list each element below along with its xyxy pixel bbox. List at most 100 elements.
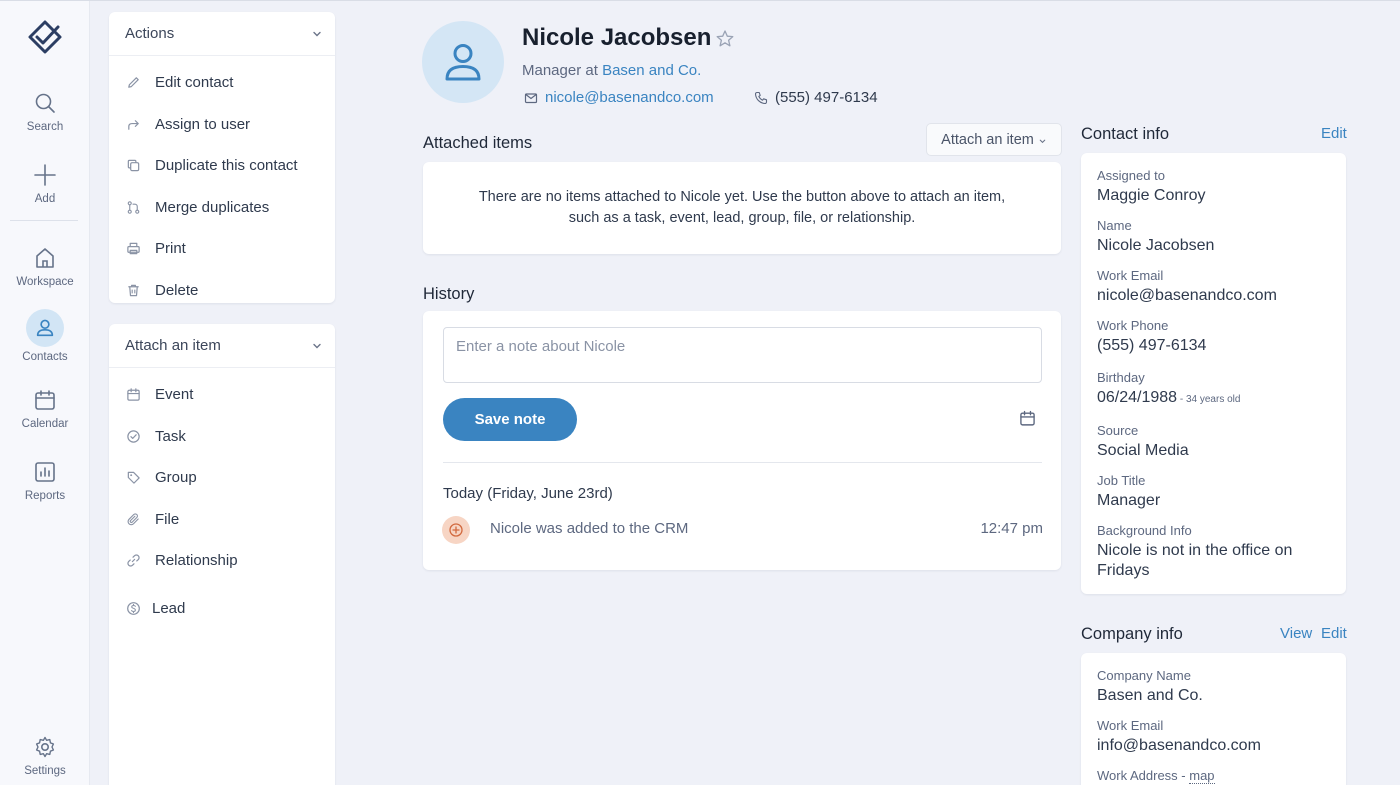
company-info-edit-link[interactable]: Edit <box>1321 625 1347 642</box>
field-value-row: 06/24/1988 - 34 years old <box>1097 388 1240 410</box>
action-delete[interactable]: Delete <box>109 270 335 312</box>
field-label: Work Email <box>1097 268 1164 283</box>
field-label: Work Email <box>1097 718 1164 733</box>
calendar-icon[interactable] <box>1019 410 1036 427</box>
map-link[interactable]: map <box>1189 768 1215 784</box>
action-label: Duplicate this contact <box>155 157 298 175</box>
field-value: Nicole is not in the office on <box>1097 542 1293 559</box>
star-icon[interactable] <box>715 29 735 49</box>
action-label: Delete <box>155 281 199 299</box>
plus-icon <box>33 163 57 187</box>
tag-icon <box>126 470 141 485</box>
attach-item-button[interactable]: Attach an item <box>926 123 1062 156</box>
dollar-circle-icon <box>126 601 141 616</box>
chevron-down-icon <box>1039 139 1046 143</box>
action-label: Print <box>155 240 186 258</box>
home-icon <box>33 246 57 270</box>
action-label: Merge duplicates <box>155 198 270 216</box>
nav-add[interactable]: Add <box>0 163 90 205</box>
attach-file[interactable]: File <box>109 499 335 541</box>
nav-label: Workspace <box>16 276 74 288</box>
attach-label: Group <box>155 469 197 487</box>
attach-relationship[interactable]: Relationship <box>109 540 335 582</box>
gear-icon <box>33 735 57 759</box>
actions-panel-header[interactable]: Actions <box>109 12 335 56</box>
attach-panel: Attach an item Event Task Group File Rel… <box>109 324 335 785</box>
field-label: Background Info <box>1097 523 1192 538</box>
nav-settings[interactable]: Settings <box>0 735 90 777</box>
chart-icon <box>33 460 57 484</box>
attach-lead[interactable]: Lead <box>109 588 335 630</box>
calendar-icon <box>33 388 57 412</box>
history-card: Save note Today (Friday, June 23rd) Nico… <box>423 311 1061 570</box>
calendar-icon <box>126 387 141 402</box>
action-print[interactable]: Print <box>109 228 335 270</box>
field-value: Social Media <box>1097 442 1189 459</box>
field-value: nicole@basenandco.com <box>1097 287 1277 304</box>
attach-label: Lead <box>152 599 186 617</box>
contact-avatar <box>422 21 504 103</box>
field-label: Name <box>1097 218 1132 233</box>
save-note-button[interactable]: Save note <box>443 398 577 441</box>
nav-workspace[interactable]: Workspace <box>0 246 90 288</box>
nav-rail: Search Add Workspace Contacts Calendar R… <box>0 1 90 785</box>
attached-items-title: Attached items <box>423 134 533 152</box>
share-arrow-icon <box>126 117 141 132</box>
action-duplicate-contact[interactable]: Duplicate this contact <box>109 145 335 187</box>
nav-reports[interactable]: Reports <box>0 460 90 502</box>
phone-icon <box>754 91 768 104</box>
field-value: Maggie Conroy <box>1097 187 1206 204</box>
nav-contacts[interactable]: Contacts <box>0 309 90 363</box>
printer-icon <box>126 241 141 256</box>
history-entry-icon <box>442 516 470 544</box>
nav-label: Search <box>26 121 64 133</box>
field-work-address: Work Address - map <box>1097 768 1215 784</box>
field-value: 06/24/1988 <box>1097 389 1178 406</box>
field-value: info@basenandco.com <box>1097 737 1261 754</box>
field-birthday: Birthday 06/24/1988 - 34 years old <box>1097 370 1240 410</box>
company-info-title: Company info <box>1081 625 1183 643</box>
field-label: Company Name <box>1097 668 1191 683</box>
contact-subtitle: Manager at Basen and Co. <box>522 62 701 79</box>
note-input[interactable] <box>443 327 1042 383</box>
attach-label: File <box>155 510 180 528</box>
field-value: (555) 497-6134 <box>1097 337 1207 354</box>
contact-info-edit-link[interactable]: Edit <box>1321 125 1347 142</box>
attach-task[interactable]: Task <box>109 416 335 458</box>
contact-info-title: Contact info <box>1081 125 1170 143</box>
field-label: Source <box>1097 423 1139 438</box>
field-label-row: Work Address - map <box>1097 768 1215 784</box>
attach-group[interactable]: Group <box>109 457 335 499</box>
action-edit-contact[interactable]: Edit contact <box>109 62 335 104</box>
action-merge-duplicates[interactable]: Merge duplicates <box>109 187 335 229</box>
field-value: Manager <box>1097 492 1161 509</box>
company-info-view-link[interactable]: View <box>1280 625 1312 642</box>
phone-number: (555) 497-6134 <box>775 89 878 106</box>
history-entry-text: Nicole was added to the CRM <box>490 520 689 537</box>
contact-email[interactable]: nicole@basenandco.com <box>524 89 714 106</box>
nav-label: Contacts <box>22 351 68 363</box>
nav-calendar[interactable]: Calendar <box>0 388 90 430</box>
field-label: Job Title <box>1097 473 1146 488</box>
field-age-note: - 34 years old <box>1177 394 1241 405</box>
nav-search[interactable]: Search <box>0 91 90 133</box>
field-value: Basen and Co. <box>1097 687 1203 704</box>
contact-phone[interactable]: (555) 497-6134 <box>754 89 878 106</box>
mail-icon <box>524 92 538 103</box>
attached-items-card: There are no items attached to Nicole ye… <box>423 162 1061 254</box>
attach-panel-header[interactable]: Attach an item <box>109 324 335 368</box>
action-label: Edit contact <box>155 74 234 92</box>
attach-event[interactable]: Event <box>109 374 335 416</box>
nav-label: Add <box>34 193 56 205</box>
check-circle-icon <box>126 429 141 444</box>
field-company-work-email: Work Email info@basenandco.com <box>1097 718 1261 756</box>
email-link[interactable]: nicole@basenandco.com <box>545 89 714 106</box>
user-icon <box>26 309 64 347</box>
copy-icon <box>126 158 141 173</box>
merge-icon <box>126 200 141 215</box>
app-logo-icon[interactable] <box>26 19 64 57</box>
action-assign-to-user[interactable]: Assign to user <box>109 104 335 146</box>
field-job-title: Job Title Manager <box>1097 473 1160 511</box>
link-icon <box>126 553 141 568</box>
company-link[interactable]: Basen and Co. <box>602 62 701 79</box>
